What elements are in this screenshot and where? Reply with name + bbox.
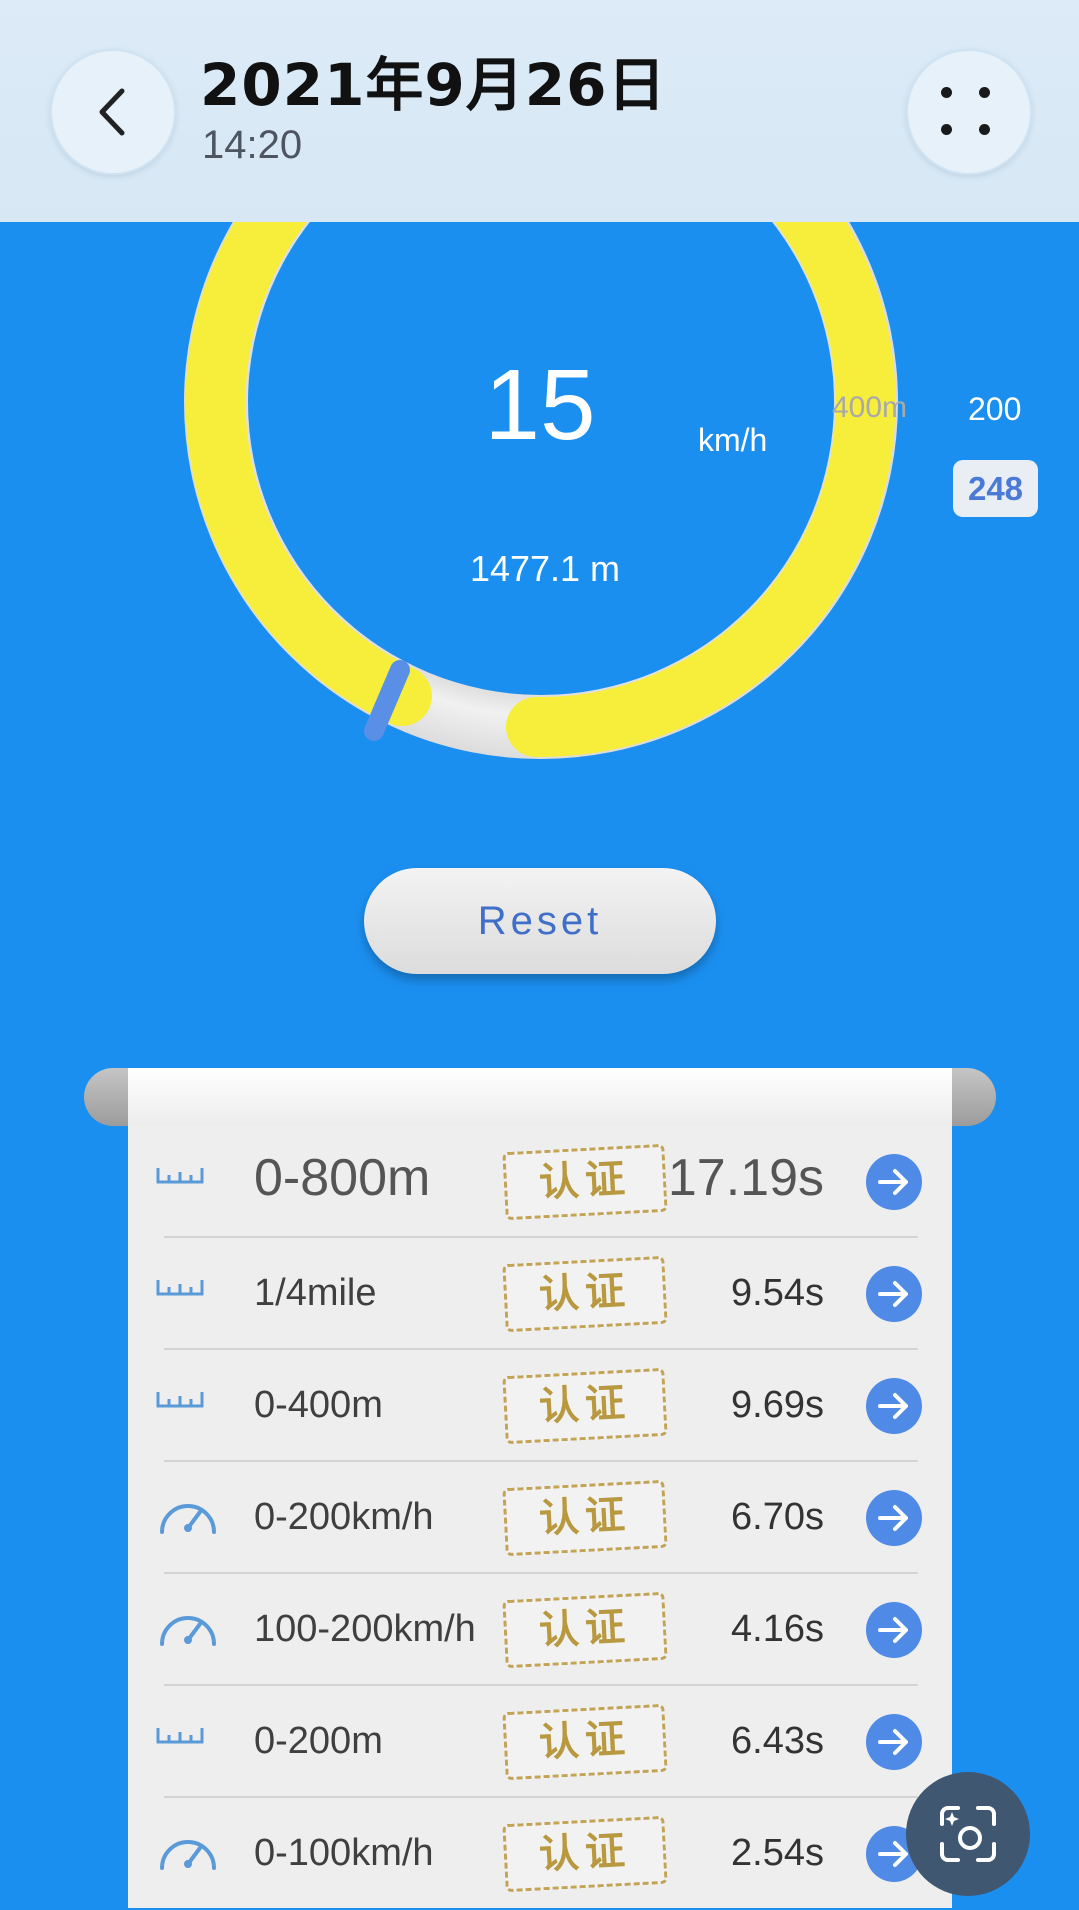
ruler-icon bbox=[156, 1392, 204, 1408]
distance-value: 1477.1 m bbox=[469, 548, 621, 589]
result-row[interactable]: 0-800m 认证 17.19s bbox=[128, 1126, 952, 1238]
result-time: 9.69s bbox=[731, 1384, 824, 1426]
ruler-icon bbox=[156, 1168, 204, 1184]
arrow-right-button[interactable] bbox=[866, 1490, 922, 1546]
certified-stamp: 认证 bbox=[502, 1143, 668, 1221]
max-speed-badge: 248 bbox=[953, 460, 1038, 517]
chevron-left-icon bbox=[99, 88, 125, 136]
certified-stamp: 认证 bbox=[502, 1815, 668, 1893]
speedometer-icon bbox=[160, 1504, 216, 1534]
result-label: 0-200km/h bbox=[254, 1496, 434, 1538]
reset-button[interactable]: Reset bbox=[364, 868, 716, 974]
top-app-bar: 2021年9月26日 14:20 bbox=[0, 0, 1079, 222]
result-time: 6.43s bbox=[731, 1720, 824, 1762]
arrow-right-icon bbox=[878, 1505, 908, 1531]
result-row[interactable]: 0-200m 认证 6.43s bbox=[128, 1686, 952, 1798]
result-label: 100-200km/h bbox=[254, 1608, 476, 1650]
result-row[interactable]: 100-200km/h 认证 4.16s bbox=[128, 1574, 952, 1686]
result-time: 4.16s bbox=[731, 1608, 824, 1650]
result-label: 1/4mile bbox=[254, 1272, 377, 1314]
arrow-right-icon bbox=[878, 1393, 908, 1419]
arrow-right-icon bbox=[878, 1617, 908, 1643]
result-time: 9.54s bbox=[731, 1272, 824, 1314]
speed-unit: km/h bbox=[698, 422, 768, 458]
result-time: 6.70s bbox=[731, 1496, 824, 1538]
scroll-header bbox=[128, 1068, 952, 1126]
arrow-right-icon bbox=[878, 1169, 908, 1195]
gauge-mark-200: 200 bbox=[968, 391, 1022, 427]
page-title: 2021年9月26日 bbox=[200, 51, 667, 119]
arrow-right-button[interactable] bbox=[866, 1154, 922, 1210]
certified-stamp: 认证 bbox=[502, 1367, 668, 1445]
screenshot-float-button[interactable] bbox=[906, 1772, 1030, 1896]
screenshot-camera-icon bbox=[940, 1806, 996, 1862]
arrow-right-icon bbox=[878, 1281, 908, 1307]
speedometer-icon bbox=[160, 1840, 216, 1870]
result-time: 17.19s bbox=[667, 1149, 824, 1207]
certified-stamp: 认证 bbox=[502, 1703, 668, 1781]
result-label: 0-800m bbox=[254, 1149, 431, 1207]
certified-stamp: 认证 bbox=[502, 1591, 668, 1669]
arrow-right-button[interactable] bbox=[866, 1602, 922, 1658]
arrow-right-icon bbox=[878, 1729, 908, 1755]
gauge-mark-400m: 400m bbox=[832, 391, 908, 424]
current-speed: 15 bbox=[484, 349, 596, 461]
result-label: 0-100km/h bbox=[254, 1832, 434, 1874]
result-row[interactable]: 0-100km/h 认证 2.54s bbox=[128, 1798, 952, 1910]
arrow-right-button[interactable] bbox=[866, 1714, 922, 1770]
result-label: 0-200m bbox=[254, 1720, 383, 1762]
page-subtitle-time: 14:20 bbox=[202, 123, 303, 167]
ruler-icon bbox=[156, 1280, 204, 1296]
speedometer-icon bbox=[160, 1616, 216, 1646]
result-row[interactable]: 0-200km/h 认证 6.70s bbox=[128, 1462, 952, 1574]
result-time: 2.54s bbox=[731, 1832, 824, 1874]
arrow-right-button[interactable] bbox=[866, 1266, 922, 1322]
result-row[interactable]: 0-400m 认证 9.69s bbox=[128, 1350, 952, 1462]
ruler-icon bbox=[156, 1728, 204, 1744]
results-list: 0-800m 认证 17.19s 1/4mile 认证 9.54s 0-400m… bbox=[128, 1126, 952, 1910]
more-options-button[interactable] bbox=[906, 49, 1032, 175]
back-button[interactable] bbox=[50, 49, 176, 175]
result-label: 0-400m bbox=[254, 1384, 383, 1426]
certified-stamp: 认证 bbox=[502, 1479, 668, 1557]
certified-stamp: 认证 bbox=[502, 1255, 668, 1333]
arrow-right-button[interactable] bbox=[866, 1378, 922, 1434]
result-row[interactable]: 1/4mile 认证 9.54s bbox=[128, 1238, 952, 1350]
